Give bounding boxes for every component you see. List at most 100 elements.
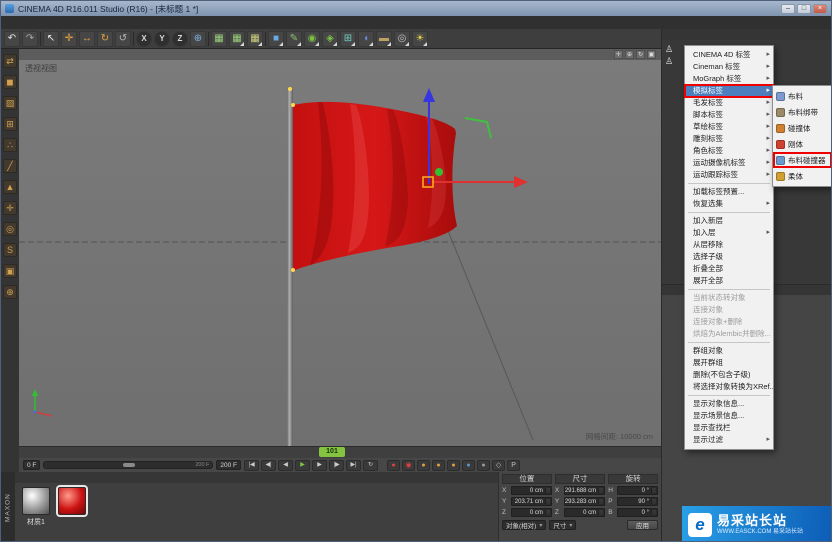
frame-slider-handle[interactable] [123, 463, 136, 467]
lock-workplane-icon[interactable]: ▣ [3, 264, 17, 278]
toolbar-icon[interactable] [265, 31, 266, 46]
scale-tool-icon[interactable]: ↔ [79, 30, 95, 47]
apply-button[interactable]: 应用 [627, 520, 658, 530]
spinner[interactable] [544, 510, 550, 515]
context-menu-item[interactable]: 烘焙为Alembic并删除... [685, 328, 773, 340]
flag-corner-point[interactable] [291, 268, 295, 272]
add-cube-button[interactable]: ■ [268, 30, 284, 47]
coordinate-field[interactable]: 203.71 cm [511, 497, 552, 506]
size-mode-dropdown[interactable]: 尺寸 [549, 520, 577, 530]
mograph-cloner-button[interactable]: ⊞ [340, 30, 356, 47]
enable-axis-icon[interactable]: ✛ [3, 201, 17, 215]
context-menu-item[interactable]: 连接对象 [685, 304, 773, 316]
submenu-item[interactable]: 布料碰撞器 [773, 152, 831, 168]
context-menu-item[interactable]: 雕刻标签 [685, 133, 773, 145]
spinner[interactable] [598, 499, 604, 504]
start-frame-field[interactable]: 0 F [23, 460, 41, 470]
keyframe-selection-button[interactable]: ◇ [492, 459, 506, 471]
context-menu-item[interactable]: 从层移除 [685, 239, 773, 251]
context-menu-item[interactable]: 连接对象+删除 [685, 316, 773, 328]
context-menu-item[interactable]: 显示场景信息... [685, 410, 773, 422]
context-menu-item[interactable]: 展开群组 [685, 357, 773, 369]
toolbar-icon[interactable] [40, 31, 41, 46]
submenu-item[interactable]: 碰撞体 [773, 120, 831, 136]
context-menu-item[interactable]: 折叠全部 [685, 263, 773, 275]
context-menu-item[interactable]: 显示对象信息... [685, 398, 773, 410]
coordinate-field[interactable]: 291.688 cm [563, 486, 606, 495]
context-menu-item[interactable]: 运动跟踪标签 [685, 169, 773, 181]
axis-handle-dot[interactable] [435, 168, 443, 176]
spinner[interactable] [651, 499, 657, 504]
context-menu-item[interactable]: 显示查找栏 [685, 422, 773, 434]
y-axis-arrow[interactable] [423, 88, 435, 102]
context-menu-item[interactable]: 草绘标签 [685, 121, 773, 133]
submenu-item[interactable]: 布料 [773, 88, 831, 104]
close-button[interactable]: × [813, 3, 827, 14]
model-mode-icon[interactable]: ◼ [3, 75, 17, 89]
edges-mode-icon[interactable]: ╱ [3, 159, 17, 173]
context-menu-item[interactable]: 删除(不包含子级) [685, 369, 773, 381]
coordinate-field[interactable]: 0 cm [511, 486, 552, 495]
coordinate-field[interactable]: 90 ° [617, 497, 659, 506]
context-menu-item[interactable]: 展开全部 [685, 275, 773, 287]
coordinate-field[interactable]: 0 cm [563, 508, 606, 517]
record-scale-button[interactable]: ● [432, 459, 446, 471]
rotate-tool-icon[interactable]: ↻ [97, 30, 113, 47]
spinner[interactable] [544, 499, 550, 504]
material-thumbnail[interactable] [56, 485, 88, 517]
z-axis-lock-button[interactable]: Z [172, 30, 188, 47]
flag-pole[interactable] [287, 89, 293, 446]
context-menu-item[interactable]: 角色标签 [685, 145, 773, 157]
polygons-mode-icon[interactable]: ▲ [3, 180, 17, 194]
context-menu-item[interactable]: 恢复选集 [685, 198, 773, 210]
keyframe-presets-button[interactable]: P [507, 459, 521, 471]
toolbar-icon[interactable] [133, 31, 134, 46]
rotate-view-icon[interactable]: ↻ [636, 50, 645, 59]
maximize-button[interactable]: □ [797, 3, 811, 14]
undo-icon[interactable]: ↶ [4, 30, 20, 47]
camera-button[interactable]: ◎ [394, 30, 410, 47]
coordinate-mode-dropdown[interactable]: 对象(相对) [502, 520, 547, 530]
make-editable-icon[interactable]: ⇄ [3, 54, 17, 68]
pole-top-point[interactable] [288, 87, 292, 91]
toolbar-icon[interactable] [208, 31, 209, 46]
prev-frame-button[interactable]: ◀ [278, 459, 294, 471]
spline-pen-button[interactable]: ✎ [286, 30, 302, 47]
submenu-item[interactable]: 柔体 [773, 168, 831, 184]
x-axis-lock-button[interactable]: X [136, 30, 152, 47]
context-menu-item[interactable]: 显示过滤 [685, 434, 773, 446]
frame-slider[interactable]: 200 F [43, 461, 214, 469]
enable-snap-icon[interactable]: S [3, 243, 17, 257]
record-parameter-button[interactable]: ● [462, 459, 476, 471]
minimize-button[interactable]: – [781, 3, 795, 14]
context-menu-item[interactable]: 毛发标签 [685, 97, 773, 109]
context-menu-item[interactable]: 群组对象 [685, 345, 773, 357]
context-menu-item[interactable]: 选择子级 [685, 251, 773, 263]
material-thumbnail[interactable] [22, 487, 50, 515]
material-item[interactable] [56, 485, 88, 525]
render-settings-button[interactable]: ▦ [247, 30, 263, 47]
end-frame-field[interactable]: 200 F [216, 460, 242, 470]
viewport-solo-icon[interactable]: ◎ [3, 222, 17, 236]
context-menu-item[interactable]: 模拟标签 [684, 84, 774, 98]
next-frame-button[interactable]: ▶ [312, 459, 328, 471]
flag-corner-point[interactable] [291, 103, 295, 107]
context-menu-item[interactable]: 运动摄像机标签 [685, 157, 773, 169]
loop-button[interactable]: ↻ [363, 459, 379, 471]
coordinate-field[interactable]: 0 ° [617, 486, 659, 495]
submenu-item[interactable]: 布料绑带 [773, 104, 831, 120]
zoom-view-icon[interactable]: ⊕ [625, 50, 634, 59]
play-button[interactable]: ▶ [295, 459, 311, 471]
x-axis-arrow[interactable] [514, 176, 528, 188]
spinner[interactable] [651, 510, 657, 515]
coordinate-system-icon[interactable]: ⊕ [190, 30, 206, 47]
render-view-button[interactable]: ▦ [211, 30, 227, 47]
points-mode-icon[interactable]: ∴ [3, 138, 17, 152]
y-axis-lock-button[interactable]: Y [154, 30, 170, 47]
coordinate-system-icon[interactable]: ⊕ [3, 285, 17, 299]
pan-view-icon[interactable]: ✛ [614, 50, 623, 59]
submenu-item[interactable]: 刚体 [773, 136, 831, 152]
subdivision-surface-button[interactable]: ◉ [304, 30, 320, 47]
move-tool-icon[interactable]: ✛ [61, 30, 77, 47]
coordinate-field[interactable]: 0 cm [511, 508, 552, 517]
